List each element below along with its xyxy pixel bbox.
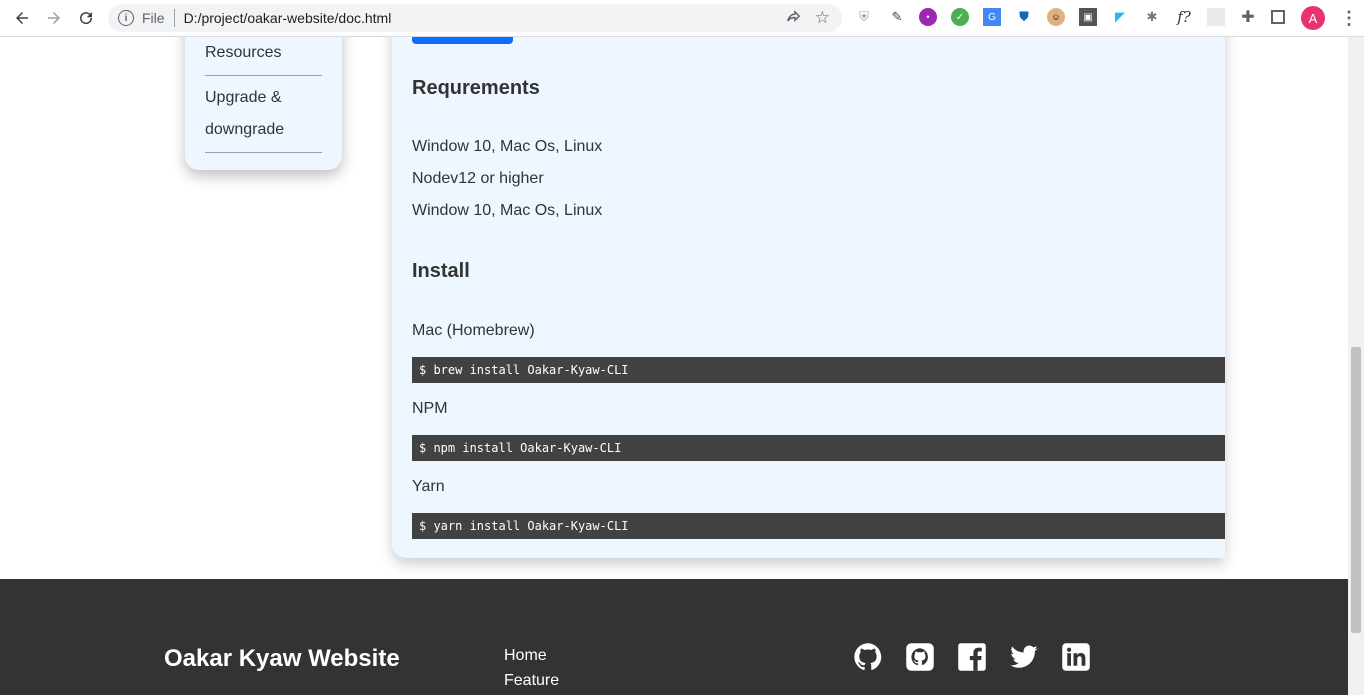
github-square-icon[interactable] (904, 641, 936, 673)
info-icon[interactable]: i (118, 10, 134, 26)
puzzle-extensions-icon[interactable]: ✚ (1239, 8, 1257, 26)
sidebar-divider (205, 152, 322, 153)
url-scheme: File (142, 10, 165, 26)
forward-button[interactable] (38, 2, 70, 34)
install-heading: Install (412, 260, 470, 282)
flutter-extension-icon[interactable]: ◤ (1111, 8, 1129, 26)
requirement-item: Window 10, Mac Os, Linux (412, 138, 603, 155)
scrollbar-thumb[interactable] (1351, 347, 1361, 633)
side-panel-icon[interactable] (1271, 10, 1285, 24)
requirement-item: Nodev12 or higher (412, 170, 544, 187)
image-extension-icon[interactable]: ▣ (1079, 8, 1097, 26)
sidebar-divider (205, 75, 322, 76)
facebook-icon[interactable] (956, 641, 988, 673)
omnibox-divider (173, 9, 175, 27)
requirements-heading: Requrements (412, 77, 540, 99)
primary-button[interactable] (412, 37, 513, 44)
reload-icon (80, 12, 93, 25)
code-block[interactable]: $ npm install Oakar-Kyaw-CLI (412, 435, 1225, 461)
translate-extension-icon[interactable]: G (983, 8, 1001, 26)
footer-title: Oakar Kyaw Website (164, 645, 400, 672)
install-label: Mac (Homebrew) (412, 322, 535, 339)
twitter-icon[interactable] (1008, 641, 1040, 673)
bug-extension-icon[interactable]: ✱ (1143, 8, 1161, 26)
address-bar[interactable]: i File D:/project/oakar-website/doc.html… (108, 4, 842, 32)
blank-extension-icon[interactable] (1207, 8, 1225, 26)
linkedin-icon[interactable] (1060, 641, 1092, 673)
doc-content: Requrements Window 10, Mac Os, Linux Nod… (392, 37, 1225, 558)
url-text[interactable]: D:/project/oakar-website/doc.html (184, 10, 392, 26)
green-extension-icon[interactable]: ✓ (951, 8, 969, 26)
requirement-item: Window 10, Mac Os, Linux (412, 202, 603, 219)
footer-link-feature[interactable]: Feature (504, 672, 559, 690)
footer-link-home[interactable]: Home (504, 647, 547, 665)
site-footer: Oakar Kyaw Website Home Feature (0, 579, 1348, 695)
arrow-left-icon (16, 12, 28, 24)
share-icon[interactable] (785, 9, 802, 29)
install-label: Yarn (412, 478, 445, 495)
page-viewport: Resources Upgrade & downgrade Requrement… (0, 37, 1348, 695)
github-icon[interactable] (852, 641, 884, 673)
doc-sidebar: Resources Upgrade & downgrade (185, 37, 342, 170)
browser-toolbar: i File D:/project/oakar-website/doc.html… (0, 0, 1364, 37)
sidebar-item-resources[interactable]: Resources (205, 37, 322, 69)
sidebar-item-upgrade[interactable]: Upgrade & (205, 82, 322, 114)
eyedropper-extension-icon[interactable]: ✎ (888, 8, 906, 26)
profile-avatar[interactable]: A (1301, 6, 1325, 30)
avatar-extension-icon[interactable]: ☺ (1047, 8, 1065, 26)
vertical-scrollbar[interactable] (1348, 37, 1364, 695)
sidebar-item-downgrade[interactable]: downgrade (205, 114, 322, 146)
code-block[interactable]: $ brew install Oakar-Kyaw-CLI (412, 357, 1225, 383)
code-block[interactable]: $ yarn install Oakar-Kyaw-CLI (412, 513, 1225, 539)
install-label: NPM (412, 400, 448, 417)
regex-extension-icon[interactable]: • (919, 8, 937, 26)
back-button[interactable] (6, 2, 38, 34)
reload-button[interactable] (70, 2, 102, 34)
shield-extension-icon[interactable]: ⛨ (855, 8, 873, 26)
arrow-right-icon (48, 12, 60, 24)
more-menu-icon[interactable]: ⋮ (1340, 8, 1358, 29)
privacy-extension-icon[interactable]: ⛊ (1015, 8, 1033, 26)
bookmark-star-icon[interactable]: ☆ (815, 8, 830, 28)
function-extension-icon[interactable]: f? (1175, 8, 1193, 26)
